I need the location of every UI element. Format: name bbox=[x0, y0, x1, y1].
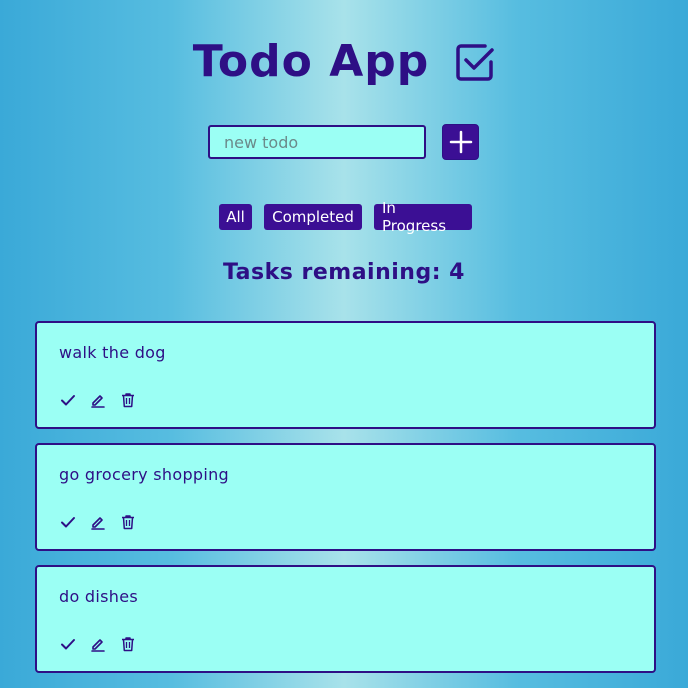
edit-button[interactable] bbox=[89, 513, 107, 531]
check-icon bbox=[61, 395, 75, 406]
new-todo-input[interactable] bbox=[208, 125, 426, 159]
complete-button[interactable] bbox=[59, 391, 77, 409]
page-title: Todo App bbox=[192, 36, 430, 87]
trash-icon bbox=[122, 393, 134, 408]
filter-bar: All Completed In Progress bbox=[219, 199, 472, 235]
todo-text: go grocery shopping bbox=[59, 465, 229, 484]
check-icon bbox=[61, 517, 75, 528]
edit-button[interactable] bbox=[89, 635, 107, 653]
tasks-remaining: Tasks remaining: 4 bbox=[223, 260, 465, 285]
complete-button[interactable] bbox=[59, 635, 77, 653]
trash-icon bbox=[122, 637, 134, 652]
add-todo-button[interactable] bbox=[442, 124, 479, 160]
todo-item: go grocery shopping bbox=[35, 443, 656, 551]
edit-icon bbox=[91, 517, 105, 530]
checkbox-icon bbox=[456, 43, 494, 81]
filter-in-progress-button[interactable]: In Progress bbox=[374, 199, 472, 235]
delete-button[interactable] bbox=[119, 635, 137, 653]
delete-button[interactable] bbox=[119, 391, 137, 409]
trash-icon bbox=[122, 515, 134, 530]
header: Todo App bbox=[0, 36, 688, 87]
edit-icon bbox=[91, 395, 105, 408]
todo-text: do dishes bbox=[59, 587, 138, 606]
new-todo-form bbox=[208, 124, 479, 160]
complete-button[interactable] bbox=[59, 513, 77, 531]
todo-item: do dishes bbox=[35, 565, 656, 673]
todo-actions bbox=[59, 391, 149, 409]
delete-button[interactable] bbox=[119, 513, 137, 531]
todo-list: walk the dog go grocery shopping do dish… bbox=[35, 321, 656, 687]
todo-actions bbox=[59, 635, 149, 653]
todo-actions bbox=[59, 513, 149, 531]
filter-all-button[interactable]: All bbox=[219, 204, 252, 230]
todo-text: walk the dog bbox=[59, 343, 166, 362]
check-icon bbox=[61, 639, 75, 650]
plus-icon bbox=[449, 130, 472, 154]
edit-button[interactable] bbox=[89, 391, 107, 409]
edit-icon bbox=[91, 639, 105, 652]
filter-completed-button[interactable]: Completed bbox=[264, 204, 362, 230]
todo-item: walk the dog bbox=[35, 321, 656, 429]
